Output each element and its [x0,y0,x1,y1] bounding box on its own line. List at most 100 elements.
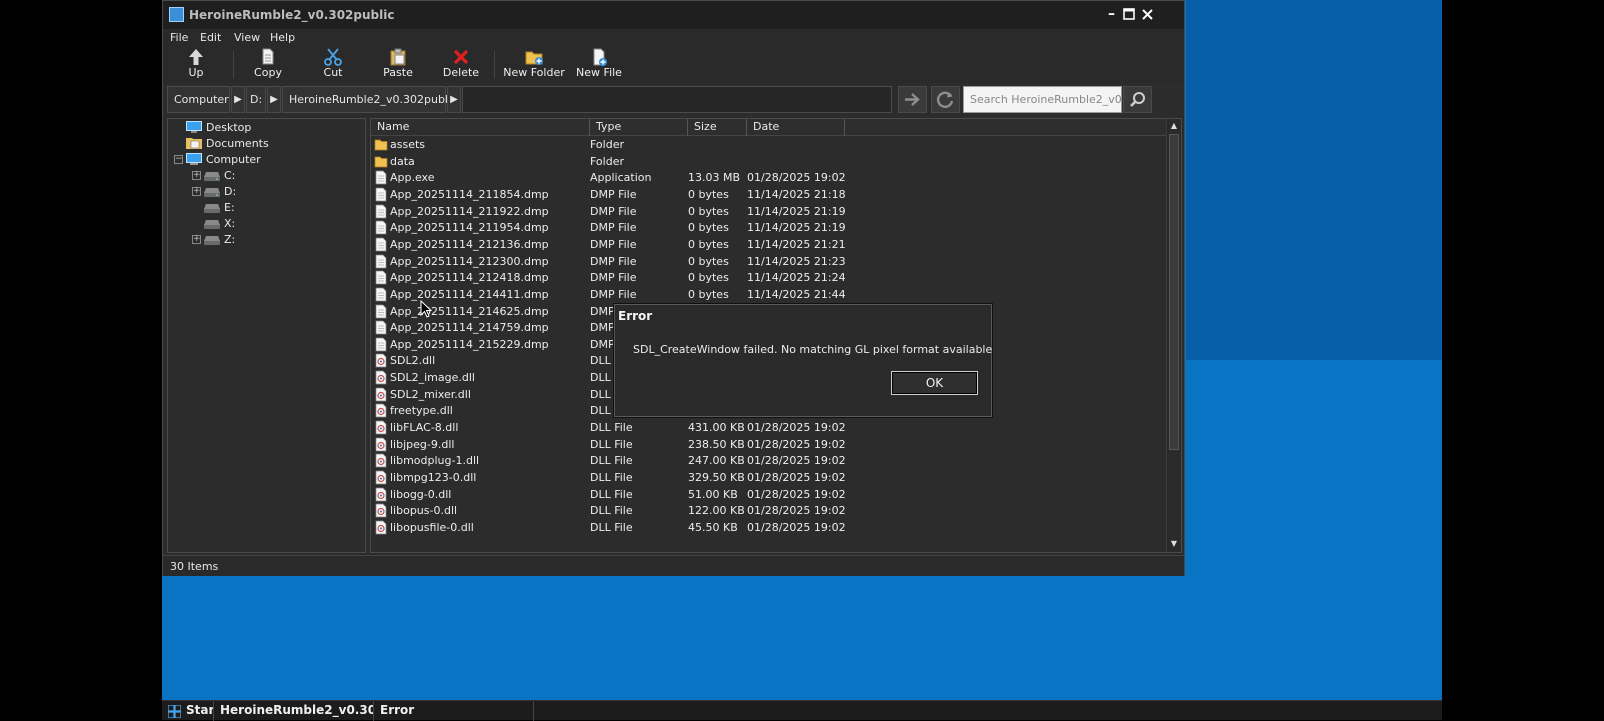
breadcrumb-chevron-icon[interactable]: ▶ [267,86,281,113]
file-icon [375,270,387,285]
search-icon[interactable] [1123,86,1152,113]
desktop-icon [186,121,202,133]
dll-icon [375,354,387,368]
start-label: Start [186,703,214,717]
file-row[interactable]: App_20251114_212418.dmp DMP File 0 bytes 11… [371,269,1167,286]
breadcrumb-chevron-icon[interactable]: ▶ [447,86,461,113]
breadcrumb-folder[interactable]: HeroineRumble2_v0.302public [282,86,457,113]
address-field[interactable] [462,86,892,113]
file-row[interactable]: assets Folder [371,136,1167,153]
file-type: DLL File [590,454,633,468]
scissors-icon [324,48,342,66]
file-row[interactable]: App_20251114_211922.dmp DMP File 0 bytes 11… [371,203,1167,220]
expand-toggle-icon[interactable]: + [192,171,201,180]
new-folder-button[interactable]: New Folder [503,47,565,83]
column-size[interactable]: Size [688,119,747,136]
file-name: App_20251114_212418.dmp [390,271,549,285]
file-row[interactable]: App_20251114_212300.dmp DMP File 0 bytes 11… [371,253,1167,270]
toolbar-separator [233,51,234,79]
file-row[interactable]: App_20251114_211954.dmp DMP File 0 bytes 11… [371,219,1167,236]
error-dialog[interactable]: Error SDL_CreateWindow failed. No matchi… [614,304,992,417]
file-type: DMP File [590,204,637,218]
breadcrumb-computer[interactable]: Computer [167,86,230,113]
column-type[interactable]: Type [590,119,688,136]
column-date[interactable]: Date [747,119,845,136]
search-input[interactable]: Search HeroineRumble2_v0.302public [963,86,1122,113]
file-type: DMP File [590,237,637,251]
column-name[interactable]: Name [371,119,590,136]
copy-button[interactable]: Copy [248,47,288,83]
file-row[interactable]: libogg-0.dll DLL File 51.00 KB 01/28/2025 1… [371,486,1167,503]
maximize-icon[interactable] [1121,6,1138,23]
file-explorer-window[interactable]: HeroineRumble2_v0.302public – File Edit … [162,0,1185,576]
file-type: DMP File [590,187,637,201]
collapse-toggle-icon[interactable]: − [174,155,183,164]
close-icon[interactable] [1139,6,1156,23]
go-arrow-icon[interactable] [898,86,927,113]
taskbar-item-error[interactable]: Error [374,701,534,721]
dll-icon [375,437,387,452]
list-header: Name Type Size Date [371,119,1167,136]
ok-button[interactable]: OK [891,371,978,395]
title-bar[interactable]: HeroineRumble2_v0.302public – [163,1,1184,29]
new-file-button[interactable]: New File [573,47,625,83]
file-row[interactable]: libmpg123-0.dll DLL File 329.50 KB 01/28/20… [371,469,1167,486]
file-row[interactable]: App.exe Application 13.03 MB 01/28/2025 19:… [371,169,1167,186]
taskbar-item-explorer[interactable]: HeroineRumble2_v0.302p... [214,701,374,721]
file-date: 01/28/2025 19:02 [747,421,846,435]
breadcrumb-chevron-icon[interactable]: ▶ [231,86,245,113]
file-icon [375,187,387,202]
copy-icon [262,48,274,65]
vertical-scrollbar[interactable]: ▲ ▼ [1166,119,1181,552]
file-row[interactable]: App_20251114_214411.dmp DMP File 0 bytes 11… [371,286,1167,303]
menu-file[interactable]: File [170,31,188,44]
file-date: 01/28/2025 19:02 [747,454,846,468]
file-date: 01/28/2025 19:02 [747,504,846,518]
file-row[interactable]: libopusfile-0.dll DLL File 45.50 KB 01/28/2… [371,519,1167,536]
item-count: 30 Items [170,560,219,573]
paste-button[interactable]: Paste [378,47,418,83]
cut-button[interactable]: Cut [313,47,353,83]
file-size: 0 bytes [688,237,729,251]
folder-tree[interactable]: Desktop Documents − Computer + C: + D: E… [167,118,366,553]
file-row[interactable]: libopus-0.dll DLL File 122.00 KB 01/28/2025… [371,502,1167,519]
file-row[interactable]: libmodplug-1.dll DLL File 247.00 KB 01/28/2… [371,452,1167,469]
delete-button[interactable]: Delete [441,47,481,83]
minimize-icon[interactable]: – [1103,6,1120,23]
file-row[interactable]: libjpeg-9.dll DLL File 238.50 KB 01/28/2025… [371,436,1167,453]
dll-icon [375,503,387,518]
file-row[interactable]: data Folder [371,153,1167,170]
file-row[interactable]: libFLAC-8.dll DLL File 431.00 KB 01/28/2025… [371,419,1167,436]
file-row[interactable]: App_20251114_211854.dmp DMP File 0 bytes 11… [371,186,1167,203]
refresh-icon[interactable] [931,86,960,113]
scroll-thumb[interactable] [1169,134,1179,450]
menu-view[interactable]: View [234,31,260,44]
file-name: libjpeg-9.dll [390,437,455,451]
drive-icon [204,172,220,181]
menu-edit[interactable]: Edit [200,31,221,44]
scroll-up-icon[interactable]: ▲ [1167,119,1181,133]
file-date: 01/28/2025 19:02 [747,520,846,534]
file-size: 122.00 KB [688,504,745,518]
file-size: 431.00 KB [688,421,745,435]
expand-toggle-icon[interactable]: + [192,235,201,244]
file-name: App_20251114_214411.dmp [390,287,549,301]
file-icon [375,287,387,302]
file-date: 01/28/2025 19:02 [747,437,846,451]
file-date: 11/14/2025 21:44 [747,287,846,301]
file-name: App_20251114_211854.dmp [390,187,549,201]
scroll-down-icon[interactable]: ▼ [1167,537,1181,551]
file-row[interactable]: App_20251114_212136.dmp DMP File 0 bytes 11… [371,236,1167,253]
file-name: App_20251114_212136.dmp [390,237,549,251]
drive-icon [204,220,220,229]
expand-toggle-icon[interactable]: + [192,187,201,196]
file-name: freetype.dll [390,404,453,418]
drive-icon [204,204,220,213]
start-button[interactable]: Start [162,701,214,721]
file-size: 0 bytes [688,271,729,285]
up-button[interactable]: Up [179,47,213,83]
menu-help[interactable]: Help [270,31,295,44]
breadcrumb-drive[interactable]: D: [246,86,266,113]
file-size: 0 bytes [688,187,729,201]
file-type: Folder [590,154,624,168]
